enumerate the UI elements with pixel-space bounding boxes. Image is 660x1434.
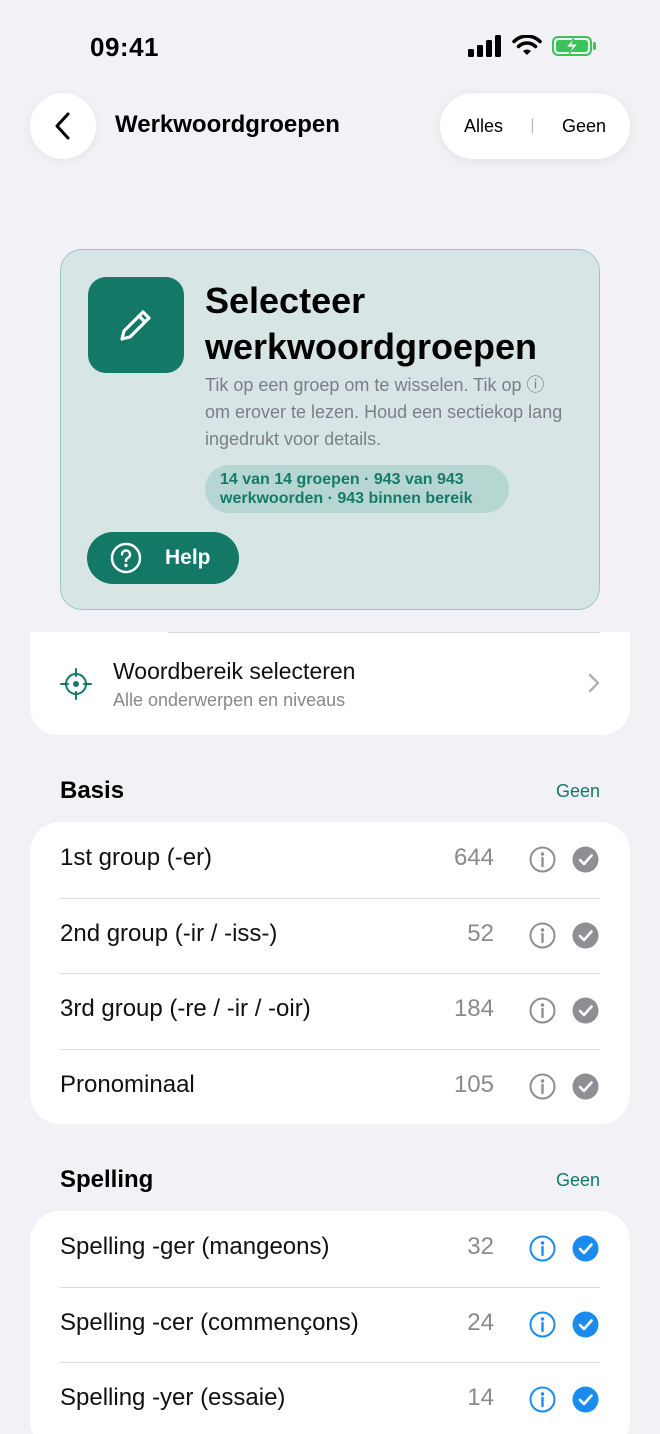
question-circle-icon xyxy=(110,542,142,574)
status-bar: 09:41 xyxy=(0,0,660,96)
select-none-button[interactable]: Geen xyxy=(562,116,606,137)
group-list-basis: 1st group (-er) 644 2nd group (-ir / -iss-… xyxy=(30,822,630,1124)
page-title: Werkwoordgroepen xyxy=(115,111,340,138)
verb-count: 184 xyxy=(453,995,494,1022)
pencil-icon xyxy=(88,277,184,373)
verb-group-label: 1st group (-er) xyxy=(60,844,213,871)
verb-group-row[interactable]: Spelling -ger (mangeons) 32 xyxy=(30,1211,630,1287)
info-icon[interactable] xyxy=(529,922,556,949)
checkmark-circle-icon[interactable] xyxy=(572,1386,599,1413)
status-time: 09:41 xyxy=(90,32,159,62)
cellular-signal-icon xyxy=(468,35,501,57)
checkmark-circle-icon[interactable] xyxy=(572,997,599,1024)
chevron-left-icon xyxy=(55,112,70,140)
checkmark-circle-icon[interactable] xyxy=(572,846,599,873)
info-icon[interactable] xyxy=(529,846,556,873)
checkmark-circle-icon[interactable] xyxy=(572,1073,599,1100)
verb-count: 644 xyxy=(453,844,494,871)
battery-charging-icon xyxy=(552,36,596,56)
verb-group-label: Spelling -cer (commençons) xyxy=(60,1308,359,1336)
verb-group-label: 3rd group (-re / -ir / -oir) xyxy=(60,995,311,1022)
status-icons xyxy=(468,35,598,57)
selection-summary-badge: 14 van 14 groepen · 943 van 943 werkwoor… xyxy=(205,465,509,513)
checkmark-circle-icon[interactable] xyxy=(572,1311,599,1338)
section-title: Spelling xyxy=(60,1166,154,1193)
verb-count: 14 xyxy=(467,1384,494,1411)
word-range-row[interactable]: Woordbereik selecteren Alle onderwerpen … xyxy=(30,632,630,735)
verb-group-row[interactable]: 1st group (-er) 644 xyxy=(30,822,630,898)
verb-group-label: Spelling -ger (mangeons) xyxy=(60,1233,330,1260)
wifi-icon xyxy=(512,35,542,55)
select-all-none-control: Alles | Geen xyxy=(440,93,630,159)
verb-group-label: Spelling -yer (essaie) xyxy=(60,1384,286,1411)
section-header-basis[interactable]: Basis Geen xyxy=(60,777,600,809)
verb-group-row[interactable]: Pronominaal 105 xyxy=(30,1048,630,1125)
verb-group-row[interactable]: Spelling -cer (commençons) 24 xyxy=(30,1286,630,1363)
section-none-button[interactable]: Geen xyxy=(556,1170,600,1191)
verb-group-label: Pronominaal xyxy=(60,1070,195,1098)
select-all-button[interactable]: Alles xyxy=(464,116,503,137)
checkmark-circle-icon[interactable] xyxy=(572,922,599,949)
verb-count: 52 xyxy=(467,919,494,947)
segment-divider: | xyxy=(530,117,535,134)
word-range-subtitle: Alle onderwerpen en niveaus xyxy=(113,690,346,710)
info-icon[interactable] xyxy=(529,1235,556,1262)
info-icon[interactable] xyxy=(529,1386,556,1413)
verb-count: 24 xyxy=(467,1308,494,1336)
verb-count: 105 xyxy=(453,1070,494,1098)
chevron-right-icon xyxy=(588,673,600,693)
info-icon[interactable] xyxy=(529,1073,556,1100)
navigation-bar: Werkwoordgroepen Alles | Geen xyxy=(0,93,660,159)
section-header-spelling[interactable]: Spelling Geen xyxy=(60,1166,600,1198)
group-list-spelling: Spelling -ger (mangeons) 32 Spelling -cer … xyxy=(30,1211,630,1434)
back-button[interactable] xyxy=(30,93,96,159)
verb-group-row[interactable]: Spelling -yer (essaie) 14 xyxy=(30,1362,630,1434)
info-icon[interactable] xyxy=(529,1311,556,1338)
verb-count: 32 xyxy=(467,1233,494,1260)
verb-group-row[interactable]: 3rd group (-re / -ir / -oir) 184 xyxy=(30,973,630,1049)
section-title: Basis xyxy=(60,777,125,804)
target-icon xyxy=(60,668,92,700)
info-icon[interactable] xyxy=(529,997,556,1024)
divider xyxy=(168,632,600,633)
intro-title: Selecteer werkwoordgroepen xyxy=(205,280,538,367)
intro-card: Selecteer werkwoordgroepen Tik op een gr… xyxy=(60,249,600,610)
intro-description: Tik op een groep om te wisselen. Tik op … xyxy=(205,375,563,449)
section-none-button[interactable]: Geen xyxy=(556,781,600,802)
checkmark-circle-icon[interactable] xyxy=(572,1235,599,1262)
help-button[interactable]: Help xyxy=(87,532,239,584)
word-range-title: Woordbereik selecteren xyxy=(113,658,356,684)
help-label: Help xyxy=(165,546,211,569)
verb-group-label: 2nd group (-ir / -iss-) xyxy=(60,919,278,947)
verb-group-row[interactable]: 2nd group (-ir / -iss-) 52 xyxy=(30,897,630,974)
